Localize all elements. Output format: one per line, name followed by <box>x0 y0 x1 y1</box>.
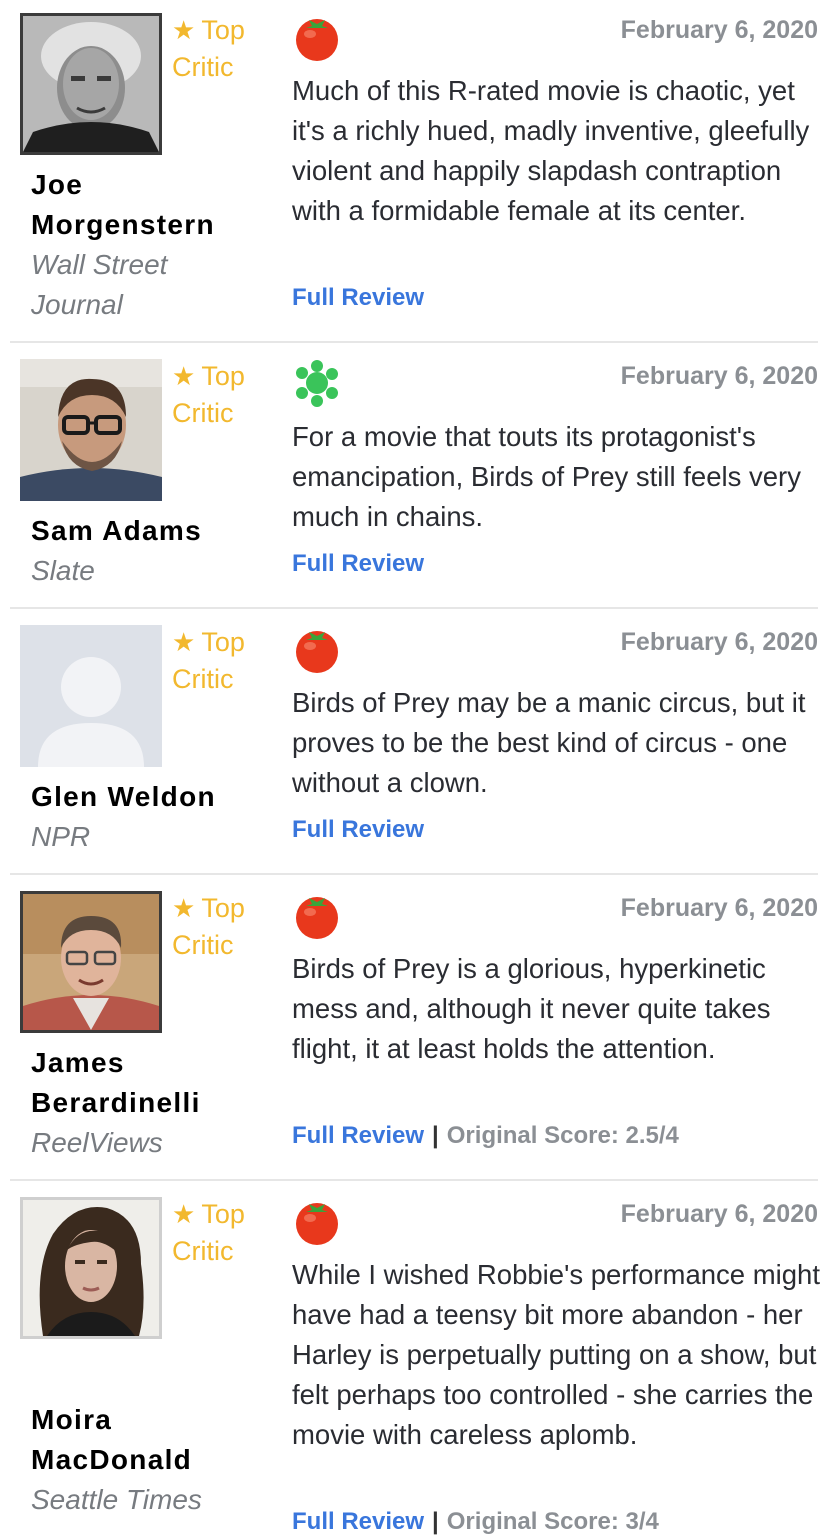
review-date: February 6, 2020 <box>620 628 818 656</box>
fresh-tomato-icon <box>292 624 342 674</box>
full-review-link[interactable]: Full Review <box>292 1122 424 1149</box>
star-icon: ★ <box>172 894 196 924</box>
review-quote: While I wished Robbie's performance migh… <box>292 1259 820 1450</box>
review-links: Full Review <box>292 282 424 314</box>
review-links: Full Review <box>292 814 424 846</box>
full-review-link[interactable]: Full Review <box>292 1508 424 1535</box>
publication-link[interactable]: ReelViews <box>31 1123 261 1163</box>
review-card: ★ Top Critic Sam Adams Slate February 6, … <box>10 346 818 606</box>
review-date: February 6, 2020 <box>620 894 818 922</box>
critic-photo-icon <box>20 359 162 501</box>
critic-name-link[interactable]: Joe Morgenstern <box>31 165 261 245</box>
fresh-tomato-icon <box>292 1196 342 1246</box>
top-critic-badge: ★ Top Critic <box>172 358 282 431</box>
critic-name-link[interactable]: James Berardinelli <box>31 1043 261 1123</box>
review-quote: Birds of Prey is a glorious, hyperkineti… <box>292 953 771 1064</box>
star-icon: ★ <box>172 362 196 392</box>
divider <box>10 873 818 875</box>
critic-avatar[interactable] <box>20 1197 162 1339</box>
divider <box>10 607 818 609</box>
publication-link[interactable]: Wall Street Journal <box>31 245 261 325</box>
review-links: Full Review | Original Score: 3/4 <box>292 1506 659 1538</box>
review-links: Full Review <box>292 548 424 580</box>
full-review-link[interactable]: Full Review <box>292 284 424 311</box>
fresh-tomato-icon <box>292 890 342 940</box>
star-icon: ★ <box>172 628 196 658</box>
critic-avatar[interactable] <box>20 13 162 155</box>
critic-avatar[interactable] <box>20 891 162 1033</box>
top-critic-badge: ★ Top Critic <box>172 890 282 963</box>
critic-avatar[interactable] <box>20 359 162 501</box>
critic-name-link[interactable]: Sam Adams <box>31 511 261 551</box>
top-critic-badge: ★ Top Critic <box>172 1196 282 1269</box>
link-separator: | <box>432 1508 439 1535</box>
critic-photo-icon <box>23 1200 159 1336</box>
divider <box>10 341 818 343</box>
review-date: February 6, 2020 <box>620 1200 818 1228</box>
fresh-tomato-icon <box>292 12 342 62</box>
critic-name-link[interactable]: Moira MacDonald <box>31 1400 261 1480</box>
rotten-splat-icon <box>292 358 342 408</box>
original-score: Original Score: 2.5/4 <box>446 1122 679 1149</box>
review-card: ★ Top Critic Moira MacDonald Seattle Time… <box>10 1184 820 1540</box>
divider <box>10 1179 818 1181</box>
review-card: ★ Top Critic Glen Weldon NPR February 6, … <box>10 612 818 872</box>
review-card: ★ Top Critic Joe Morgenstern Wall Street … <box>10 0 818 340</box>
review-quote: Much of this R-rated movie is chaotic, y… <box>292 75 810 226</box>
review-date: February 6, 2020 <box>620 16 818 44</box>
publication-link[interactable]: NPR <box>31 817 261 857</box>
critic-photo-icon <box>23 894 159 1030</box>
original-score: Original Score: 3/4 <box>446 1508 659 1535</box>
review-card: ★ Top Critic James Berardinelli ReelViews… <box>10 878 818 1178</box>
top-critic-badge: ★ Top Critic <box>172 12 282 85</box>
top-critic-badge: ★ Top Critic <box>172 624 282 697</box>
full-review-link[interactable]: Full Review <box>292 816 424 843</box>
critic-name-link[interactable]: Glen Weldon <box>31 777 261 817</box>
star-icon: ★ <box>172 1200 196 1230</box>
review-quote: Birds of Prey may be a manic circus, but… <box>292 687 806 798</box>
star-icon: ★ <box>172 16 196 46</box>
critic-avatar[interactable] <box>20 625 162 767</box>
publication-link[interactable]: Slate <box>31 551 261 591</box>
critic-photo-icon <box>23 16 159 152</box>
review-quote: For a movie that touts its protagonist's… <box>292 421 801 532</box>
default-avatar-icon <box>20 625 162 767</box>
link-separator: | <box>432 1122 439 1149</box>
review-date: February 6, 2020 <box>620 362 818 390</box>
publication-link[interactable]: Seattle Times <box>31 1480 261 1520</box>
full-review-link[interactable]: Full Review <box>292 550 424 577</box>
review-links: Full Review | Original Score: 2.5/4 <box>292 1120 679 1152</box>
